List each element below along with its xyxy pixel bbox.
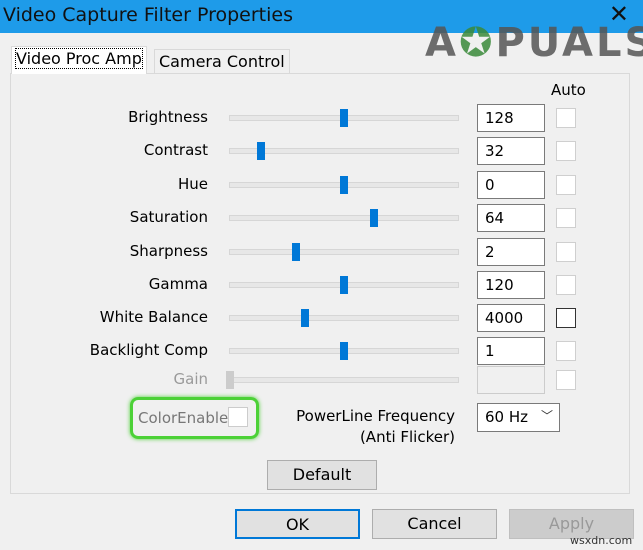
color-enable-checkbox[interactable]: [228, 407, 248, 427]
slider-thumb[interactable]: [340, 176, 348, 194]
property-label: Contrast: [143, 141, 208, 159]
footer-watermark: wsxdn.com: [570, 534, 633, 547]
property-value-field[interactable]: 64: [477, 204, 545, 232]
powerline-label: PowerLine Frequency (Anti Flicker): [296, 406, 455, 448]
auto-checkbox[interactable]: [556, 370, 576, 390]
tab-label: Video Proc Amp: [15, 48, 143, 69]
slider-thumb[interactable]: [226, 371, 234, 389]
property-slider[interactable]: [229, 109, 459, 127]
property-value-field[interactable]: 128: [477, 104, 545, 132]
slider-thumb[interactable]: [256, 142, 265, 160]
property-slider[interactable]: [229, 342, 459, 360]
auto-checkbox[interactable]: [556, 108, 576, 128]
property-label: Sharpness: [129, 242, 208, 260]
auto-checkbox[interactable]: [556, 175, 576, 195]
property-label: Brightness: [128, 108, 208, 126]
property-value-field[interactable]: 2: [477, 238, 545, 266]
powerline-select[interactable]: 60 Hz ﹀: [477, 403, 560, 432]
auto-checkbox[interactable]: [556, 341, 576, 361]
property-value-field[interactable]: 1: [477, 337, 545, 365]
property-slider[interactable]: [226, 371, 459, 389]
powerline-title: PowerLine Frequency: [296, 407, 455, 425]
auto-checkbox[interactable]: [556, 275, 576, 295]
slider-thumb[interactable]: [340, 109, 348, 127]
property-slider[interactable]: [229, 276, 459, 294]
auto-checkbox[interactable]: [556, 208, 576, 228]
slider-thumb[interactable]: [369, 209, 378, 227]
property-value-field[interactable]: 4000: [477, 304, 545, 332]
powerline-sublabel: (Anti Flicker): [359, 428, 455, 446]
property-label: Backlight Comp: [89, 341, 208, 359]
slider-thumb[interactable]: [292, 243, 301, 261]
property-label: Saturation: [129, 208, 208, 226]
auto-checkbox[interactable]: [556, 308, 576, 328]
window-title: Video Capture Filter Properties: [3, 4, 293, 26]
property-value-field[interactable]: [477, 366, 545, 394]
property-label: Gamma: [148, 275, 208, 293]
ok-button[interactable]: OK: [235, 509, 360, 539]
slider-thumb[interactable]: [340, 342, 348, 360]
chevron-down-icon: ﹀: [540, 409, 553, 423]
cancel-button[interactable]: Cancel: [372, 509, 497, 539]
property-value-field[interactable]: 0: [477, 171, 545, 199]
auto-checkbox[interactable]: [556, 141, 576, 161]
powerline-value: 60 Hz: [485, 408, 529, 426]
property-label: Hue: [177, 175, 208, 193]
tab-video-proc-amp[interactable]: Video Proc Amp: [11, 46, 147, 74]
tab-camera-control[interactable]: Camera Control: [154, 49, 290, 74]
slider-thumb[interactable]: [301, 309, 310, 327]
property-label: White Balance: [99, 308, 208, 326]
property-slider[interactable]: [229, 176, 459, 194]
property-value-field[interactable]: 120: [477, 271, 545, 299]
slider-thumb[interactable]: [340, 276, 348, 294]
default-button[interactable]: Default: [267, 460, 377, 490]
color-enable-label: ColorEnable: [138, 409, 229, 427]
watermark-logo: A✪PUALS: [425, 20, 643, 66]
property-value-field[interactable]: 32: [477, 137, 545, 165]
property-slider[interactable]: [229, 209, 459, 227]
auto-header: Auto: [551, 81, 586, 99]
property-label: Gain: [173, 370, 209, 388]
property-slider[interactable]: [229, 309, 459, 327]
auto-checkbox[interactable]: [556, 242, 576, 262]
property-slider[interactable]: [229, 142, 459, 160]
property-slider[interactable]: [229, 243, 459, 261]
